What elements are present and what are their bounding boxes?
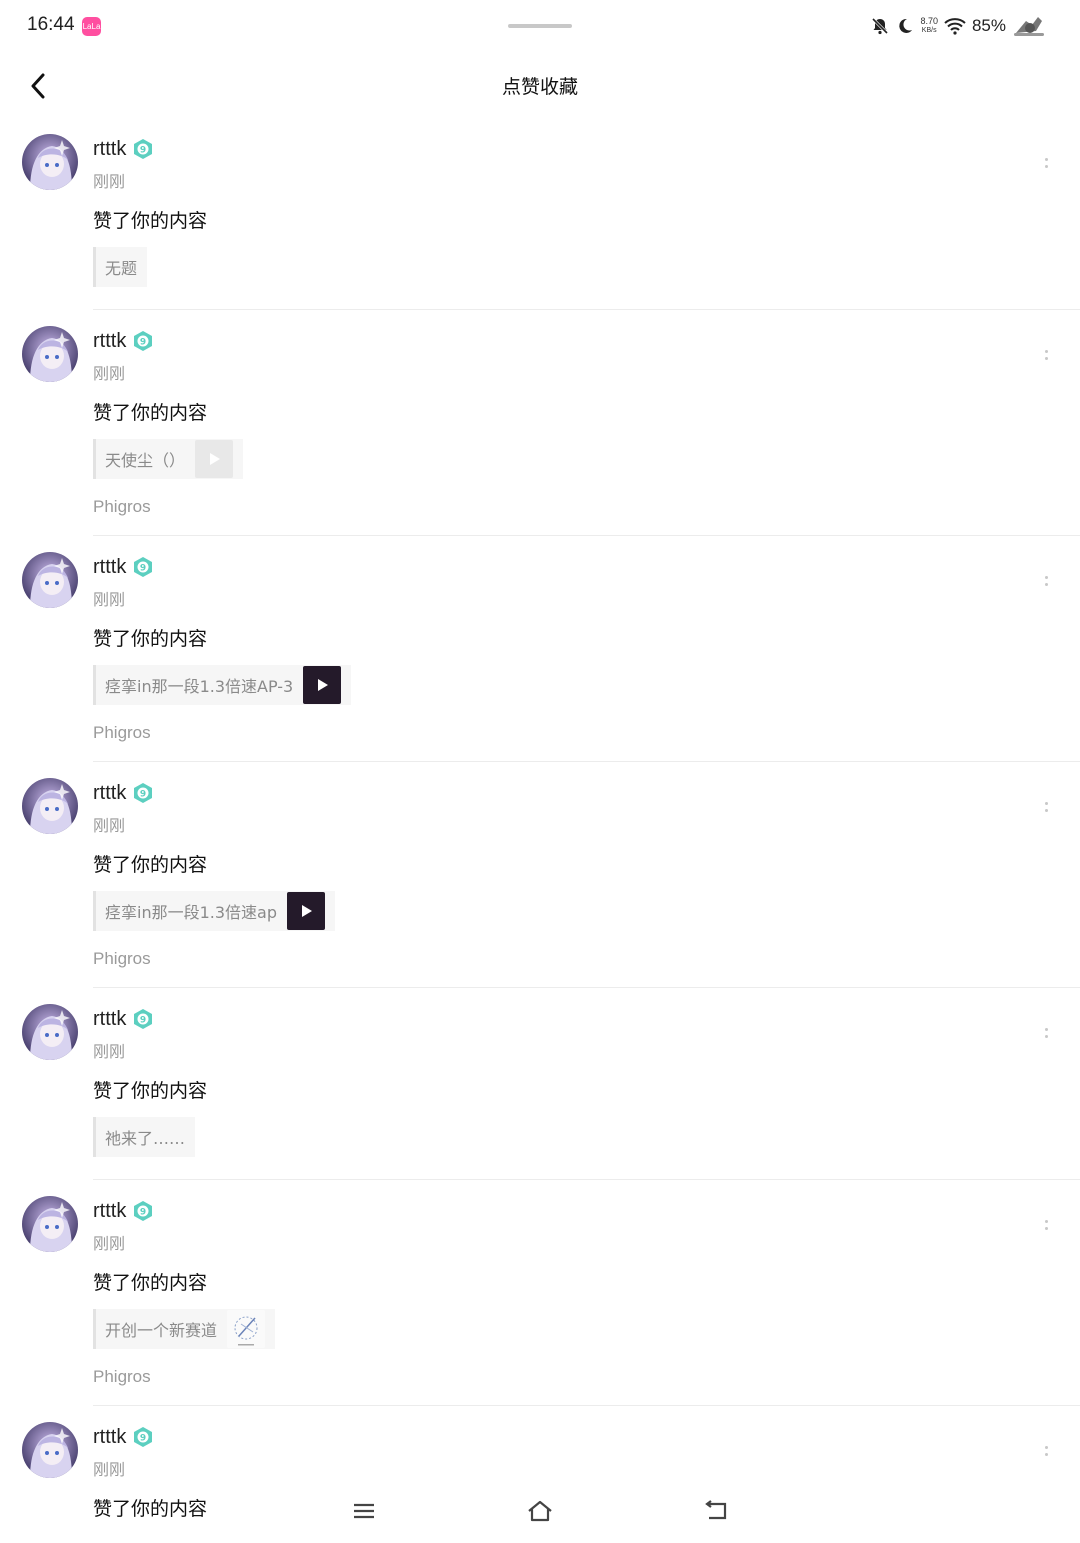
quoted-post-title: 无题 <box>105 259 138 278</box>
topic-tag[interactable]: Phigros <box>93 497 1080 517</box>
svg-text:9: 9 <box>140 790 146 800</box>
timestamp: 刚刚 <box>93 1460 126 1479</box>
username[interactable]: rtttk <box>93 1200 126 1223</box>
timestamp: 刚刚 <box>93 1042 126 1061</box>
avatar[interactable] <box>22 1196 78 1252</box>
bell-muted-icon <box>872 17 889 35</box>
username[interactable]: rtttk <box>93 1008 126 1031</box>
action-text: 赞了你的内容 <box>93 1080 208 1102</box>
status-bar: 16:44 LaLa 8.70 KB/s 85% <box>0 0 1080 52</box>
quoted-post[interactable]: 痉挛in那一段1.3倍速ap <box>93 891 335 931</box>
avatar[interactable] <box>22 326 78 382</box>
level-badge-icon: 9 <box>132 1008 154 1030</box>
username[interactable]: rtttk <box>93 782 126 805</box>
svg-text:9: 9 <box>140 1208 146 1218</box>
svg-text:9: 9 <box>140 1016 146 1026</box>
video-thumbnail[interactable] <box>195 440 234 478</box>
username[interactable]: rtttk <box>93 330 126 353</box>
avatar[interactable] <box>22 1422 78 1478</box>
level-badge-icon: 9 <box>132 556 154 578</box>
status-time: 16:44 <box>27 14 75 35</box>
action-text: 赞了你的内容 <box>93 402 208 424</box>
notification-item[interactable]: rtttk 9 刚刚 赞了你的内容 痉挛in那一段1.3倍速ap Phigros <box>0 762 1080 988</box>
svg-text:9: 9 <box>140 1434 146 1444</box>
timestamp: 刚刚 <box>93 1234 126 1253</box>
username[interactable]: rtttk <box>93 1426 126 1449</box>
quoted-post[interactable]: 天使尘（） <box>93 439 244 479</box>
action-text: 赞了你的内容 <box>93 210 208 232</box>
quoted-post-title: 天使尘（） <box>105 451 186 470</box>
timestamp: 刚刚 <box>93 590 126 609</box>
topic-tag[interactable]: Phigros <box>93 723 1080 743</box>
video-thumbnail[interactable] <box>303 666 342 704</box>
video-thumbnail[interactable] <box>287 892 325 930</box>
svg-text:9: 9 <box>140 146 146 156</box>
timestamp: 刚刚 <box>93 172 126 191</box>
timestamp: 刚刚 <box>93 364 126 383</box>
battery-percent: 85% <box>971 16 1006 35</box>
timestamp: 刚刚 <box>93 816 126 835</box>
home-nav-button[interactable] <box>520 1494 560 1528</box>
home-icon <box>528 1500 552 1522</box>
image-thumbnail[interactable] <box>227 1310 266 1348</box>
return-icon <box>705 1500 727 1520</box>
quoted-post-title: 开创一个新赛道 <box>105 1321 218 1340</box>
quoted-post[interactable]: 祂来了…… <box>93 1117 196 1157</box>
action-text: 赞了你的内容 <box>93 854 208 876</box>
topic-tag[interactable]: Phigros <box>93 1367 1080 1387</box>
top-app-bar: 点赞收藏 <box>0 56 1080 116</box>
menu-icon <box>354 1503 374 1519</box>
quoted-post-title: 痉挛in那一段1.3倍速ap <box>105 903 277 922</box>
quoted-post[interactable]: 无题 <box>93 247 148 287</box>
quoted-post-title: 痉挛in那一段1.3倍速AP-3 <box>105 677 294 696</box>
notification-item[interactable]: rtttk 9 刚刚 赞了你的内容 天使尘（） Phigros <box>0 310 1080 536</box>
username[interactable]: rtttk <box>93 556 126 579</box>
app-notification-icon: LaLa <box>82 17 101 36</box>
wifi-icon <box>944 18 966 35</box>
quoted-post-title: 祂来了…… <box>105 1129 186 1148</box>
topic-tag[interactable]: Phigros <box>93 949 1080 969</box>
level-badge-icon: 9 <box>132 1426 154 1448</box>
notification-item[interactable]: rtttk 9 刚刚 赞了你的内容 祂来了…… <box>0 988 1080 1180</box>
drag-handle[interactable] <box>508 24 572 28</box>
level-badge-icon: 9 <box>132 138 154 160</box>
quoted-post[interactable]: 痉挛in那一段1.3倍速AP-3 <box>93 665 352 705</box>
level-badge-icon: 9 <box>132 330 154 352</box>
svg-text:9: 9 <box>140 338 146 348</box>
avatar[interactable] <box>22 134 78 190</box>
battery-icon <box>1014 17 1044 36</box>
avatar[interactable] <box>22 1004 78 1060</box>
back-nav-button[interactable] <box>696 1494 736 1528</box>
level-badge-icon: 9 <box>132 1200 154 1222</box>
status-icons: 8.70 KB/s 85% <box>870 12 1046 40</box>
action-text: 赞了你的内容 <box>93 1272 208 1294</box>
quoted-post[interactable]: 开创一个新赛道 <box>93 1309 276 1349</box>
username[interactable]: rtttk <box>93 138 126 161</box>
notification-item[interactable]: rtttk 9 刚刚 赞了你的内容 痉挛in那一段1.3倍速AP-3 Phigr… <box>0 536 1080 762</box>
action-text: 赞了你的内容 <box>93 628 208 650</box>
net-speed-unit: KB/s <box>921 27 937 34</box>
avatar[interactable] <box>22 778 78 834</box>
net-speed-value: 8.70 <box>920 16 938 26</box>
moon-icon <box>899 18 913 33</box>
notification-item[interactable]: rtttk 9 刚刚 赞了你的内容 无题 <box>0 118 1080 310</box>
menu-nav-button[interactable] <box>344 1494 384 1528</box>
avatar[interactable] <box>22 552 78 608</box>
notification-list: rtttk 9 刚刚 赞了你的内容 无题 rtttk 9 刚刚 赞了你的内容 天… <box>0 118 1080 1543</box>
level-badge-icon: 9 <box>132 782 154 804</box>
notification-item[interactable]: rtttk 9 刚刚 赞了你的内容 开创一个新赛道 Phigros <box>0 1180 1080 1406</box>
network-speed: 8.70 KB/s <box>920 17 938 35</box>
svg-text:9: 9 <box>140 564 146 574</box>
page-title: 点赞收藏 <box>501 76 578 98</box>
system-nav-bar <box>0 1490 1080 1537</box>
